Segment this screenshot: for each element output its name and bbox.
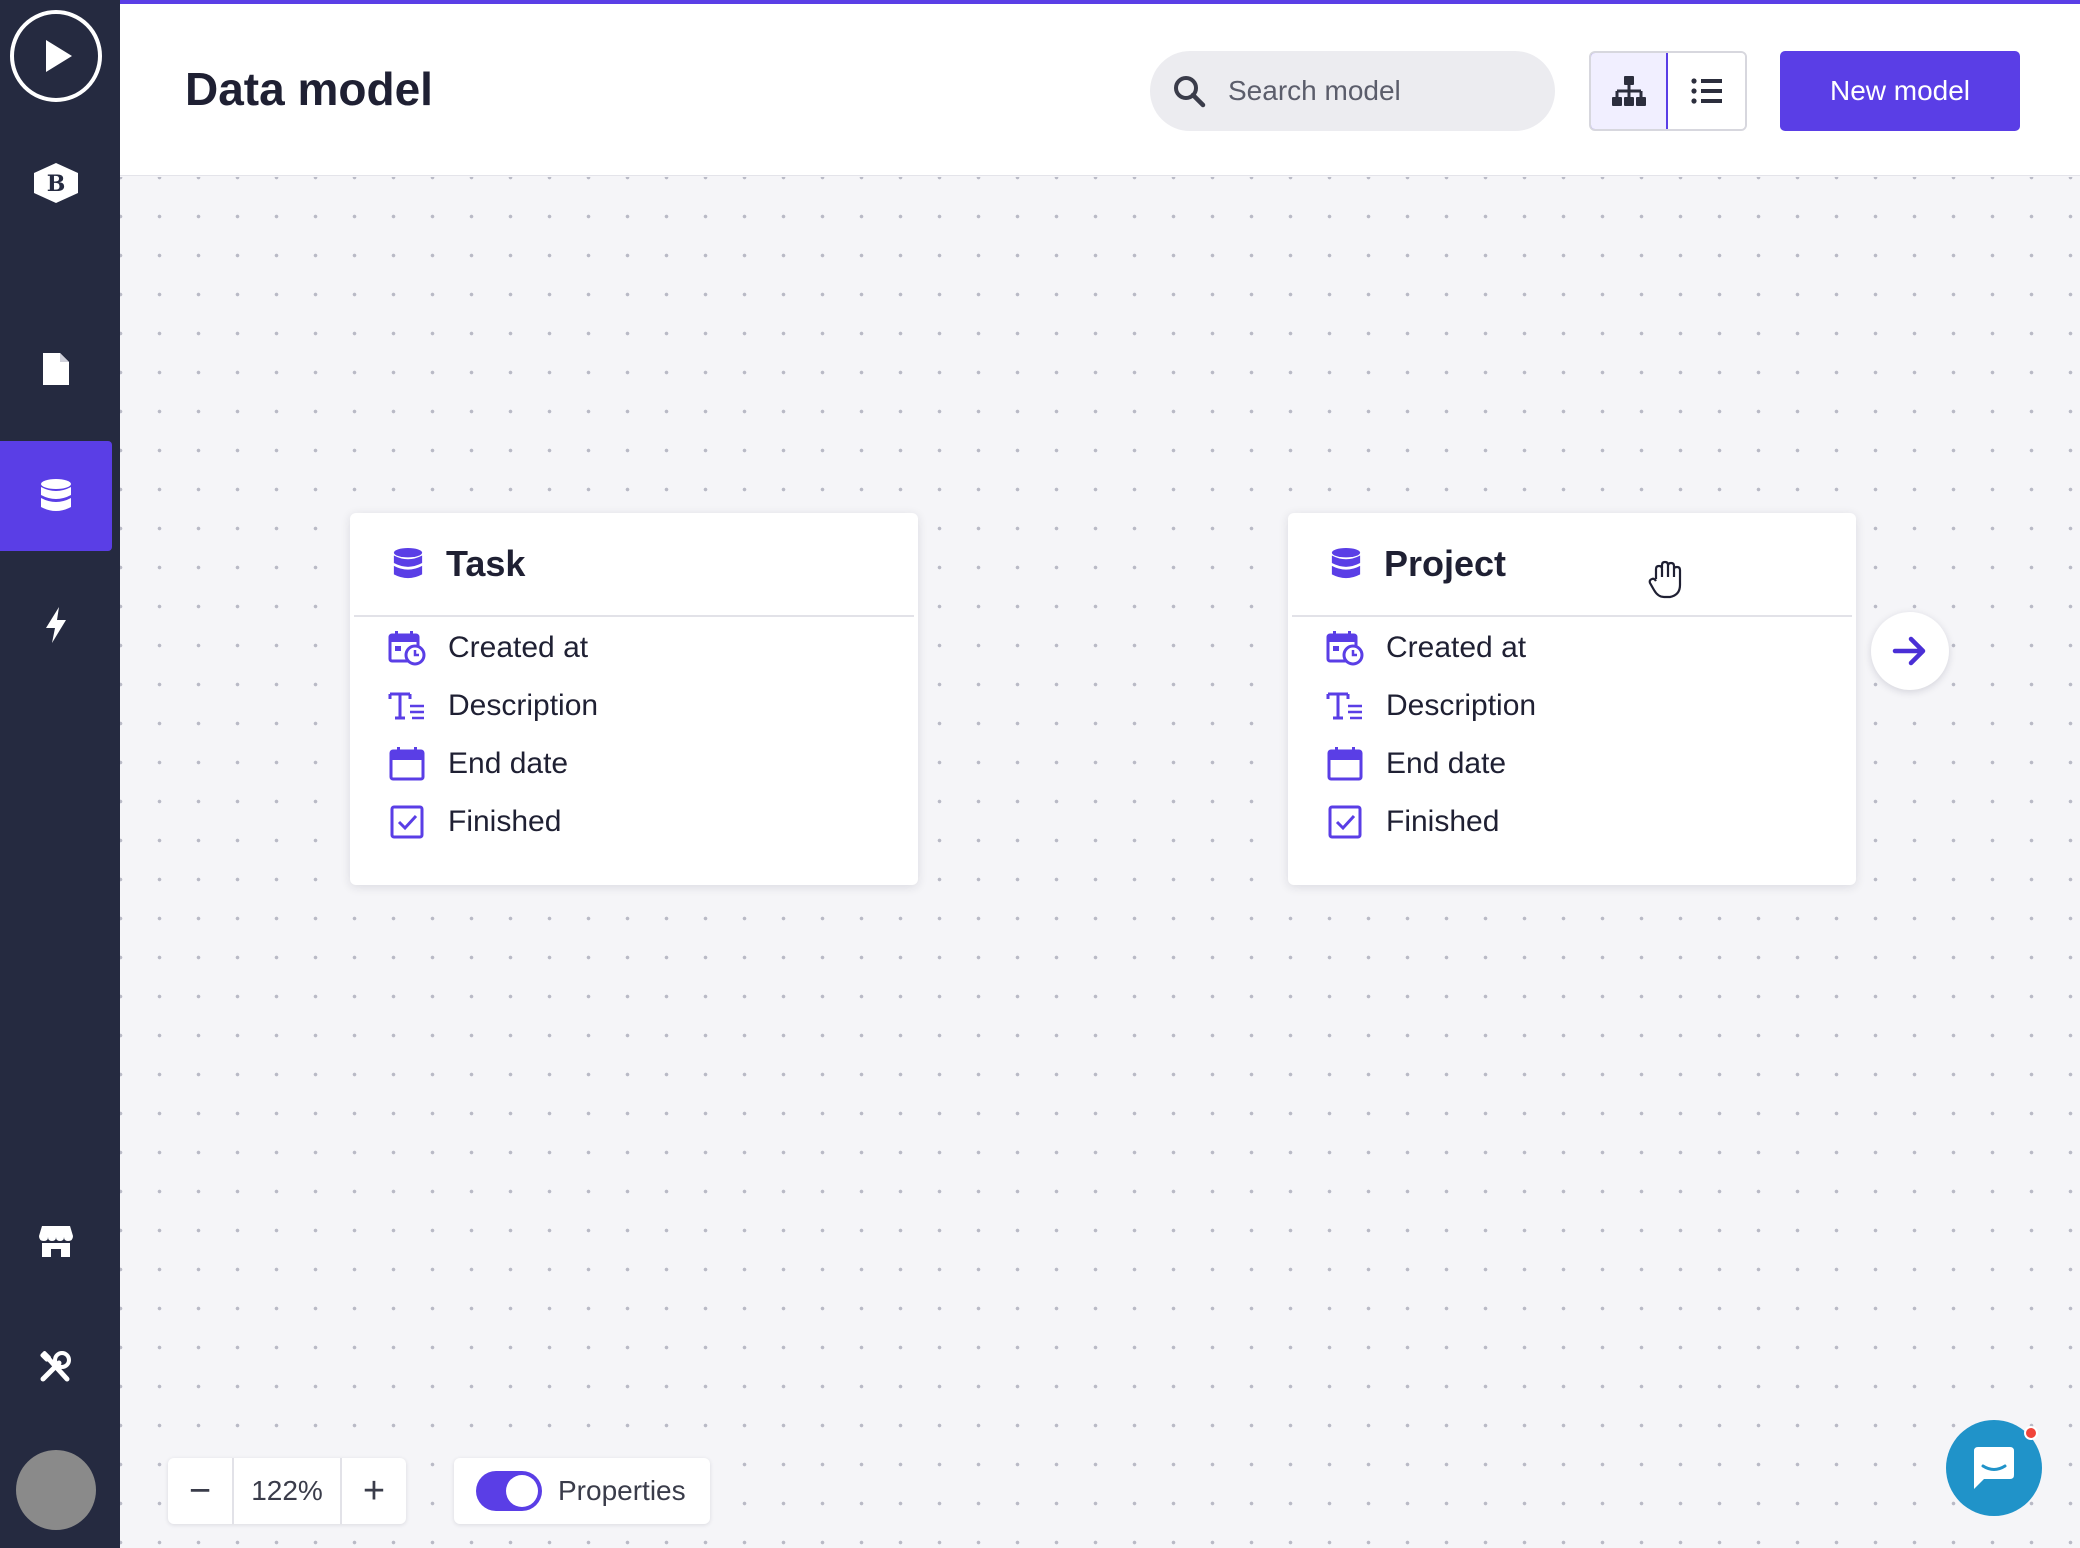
model-card-header[interactable]: Project xyxy=(1292,513,1852,617)
property-label: Created at xyxy=(448,631,589,664)
property-label: End date xyxy=(1386,747,1507,780)
sidebar-item-tools[interactable] xyxy=(0,1313,112,1423)
grab-cursor-icon xyxy=(1648,560,1682,599)
text-icon xyxy=(1326,692,1362,720)
database-icon xyxy=(393,548,423,579)
store-icon xyxy=(39,1226,73,1257)
datetime-icon xyxy=(388,631,426,666)
sitemap-icon xyxy=(1611,76,1646,106)
header: Data model New model xyxy=(120,0,2080,176)
property-label: Description xyxy=(1386,689,1537,722)
properties-switch[interactable] xyxy=(476,1471,542,1511)
property-row[interactable]: End date xyxy=(350,735,918,793)
checkbox-icon xyxy=(1328,805,1362,839)
list-icon xyxy=(1690,78,1722,104)
property-label: Description xyxy=(448,689,599,722)
properties-label: Properties xyxy=(558,1475,686,1506)
list-view-button[interactable] xyxy=(1668,53,1745,129)
model-card-project[interactable]: Project Created at Description End date … xyxy=(1288,513,1856,885)
page-icon xyxy=(43,353,69,385)
next-arrow-button[interactable] xyxy=(1871,612,1949,690)
model-title: Project xyxy=(1384,543,1507,584)
brand-badge-icon[interactable]: B xyxy=(0,128,112,238)
search-input[interactable] xyxy=(1228,75,1528,107)
sidebar-item-store[interactable] xyxy=(0,1186,112,1296)
property-label: Created at xyxy=(1386,631,1527,664)
search-icon xyxy=(1174,76,1206,108)
play-logo-icon[interactable] xyxy=(10,10,102,102)
search-box[interactable] xyxy=(1150,51,1555,131)
sidebar-item-pages[interactable] xyxy=(0,314,112,424)
calendar-icon xyxy=(389,747,425,781)
avatar[interactable] xyxy=(16,1450,96,1530)
model-card-header[interactable]: Task xyxy=(354,513,914,617)
zoom-out-button[interactable]: − xyxy=(168,1458,232,1524)
property-row[interactable]: End date xyxy=(1288,735,1856,793)
new-model-button[interactable]: New model xyxy=(1780,51,2020,131)
database-icon xyxy=(1331,548,1361,579)
view-toggle xyxy=(1589,51,1747,131)
model-card-task[interactable]: Task Created at Description End date Fin… xyxy=(350,513,918,885)
sidebar-item-actions[interactable] xyxy=(0,570,112,680)
zoom-control: − 122% + xyxy=(168,1458,406,1524)
tools-icon xyxy=(40,1351,71,1382)
property-label: End date xyxy=(448,747,569,780)
zoom-level: 122% xyxy=(232,1458,342,1524)
sidebar: B xyxy=(0,0,120,1548)
datetime-icon xyxy=(1326,631,1364,666)
chat-launcher-button[interactable] xyxy=(1946,1420,2042,1516)
diagram-view-button[interactable] xyxy=(1591,53,1669,129)
lightning-icon xyxy=(46,607,66,643)
zoom-in-button[interactable]: + xyxy=(342,1458,406,1524)
property-label: Finished xyxy=(448,805,562,838)
text-icon xyxy=(388,692,424,720)
property-label: Finished xyxy=(1386,805,1500,838)
model-title: Task xyxy=(446,543,526,584)
property-row[interactable]: Created at xyxy=(350,619,918,677)
brand-letter: B xyxy=(47,171,66,197)
property-row[interactable]: Description xyxy=(1288,677,1856,735)
properties-toggle[interactable]: Properties xyxy=(454,1458,710,1524)
property-row[interactable]: Finished xyxy=(350,793,918,851)
checkbox-icon xyxy=(390,805,424,839)
property-row[interactable]: Description xyxy=(350,677,918,735)
property-list: Created at Description End date Finished xyxy=(350,617,918,851)
property-row[interactable]: Created at xyxy=(1288,619,1856,677)
page-title: Data model xyxy=(185,63,433,115)
chat-icon xyxy=(1974,1447,2014,1489)
notification-dot xyxy=(2024,1426,2038,1440)
property-row[interactable]: Finished xyxy=(1288,793,1856,851)
database-icon xyxy=(41,479,71,511)
sidebar-item-data-model[interactable] xyxy=(0,441,112,551)
property-list: Created at Description End date Finished xyxy=(1288,617,1856,851)
calendar-icon xyxy=(1327,747,1363,781)
arrow-right-icon xyxy=(1892,636,1926,666)
model-canvas[interactable]: Task Created at Description End date Fin… xyxy=(120,177,2080,1548)
